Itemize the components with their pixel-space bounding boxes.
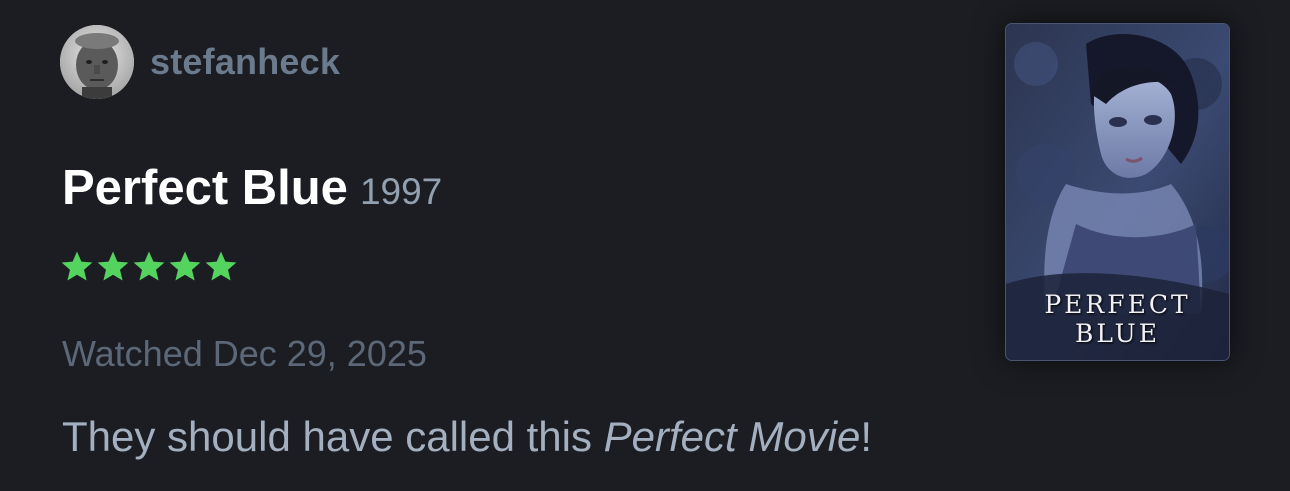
star-icon	[132, 250, 166, 282]
review-card: stefanheck Perfect Blue 1997 Watched Dec…	[0, 0, 1290, 491]
review-text-end: !	[860, 413, 873, 460]
film-heading[interactable]: Perfect Blue 1997	[62, 160, 442, 216]
star-icon	[168, 250, 202, 282]
avatar[interactable]	[60, 25, 134, 99]
review-text-start: They should have called this	[62, 413, 604, 460]
star-icon	[60, 250, 94, 282]
film-title[interactable]: Perfect Blue	[62, 160, 348, 216]
star-rating	[60, 250, 238, 282]
film-year[interactable]: 1997	[360, 171, 442, 213]
review-text-emphasis: Perfect Movie	[603, 413, 861, 460]
poster-title: PERFECT BLUE	[1044, 290, 1191, 348]
star-icon	[96, 250, 130, 282]
film-poster[interactable]: PERFECT BLUE	[1005, 23, 1230, 361]
reviewer[interactable]: stefanheck	[60, 24, 340, 100]
star-icon	[204, 250, 238, 282]
watched-date: Watched Dec 29, 2025	[62, 333, 427, 374]
username[interactable]: stefanheck	[150, 41, 340, 83]
review-text: They should have called this Perfect Mov…	[62, 413, 872, 461]
